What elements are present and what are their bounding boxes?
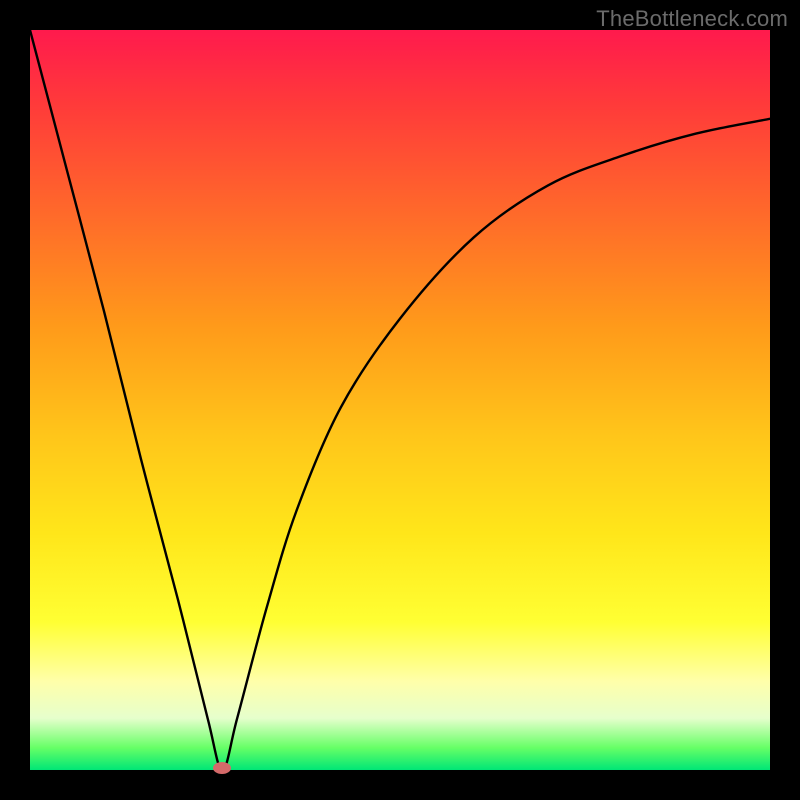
optimum-marker <box>213 762 231 774</box>
chart-frame: TheBottleneck.com <box>0 0 800 800</box>
plot-area <box>30 30 770 770</box>
watermark-text: TheBottleneck.com <box>596 6 788 32</box>
bottleneck-curve <box>30 30 770 770</box>
